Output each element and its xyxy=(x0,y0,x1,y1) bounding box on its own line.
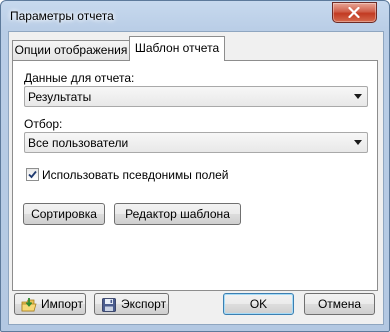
data-source-value: Результаты xyxy=(28,90,92,104)
template-editor-button[interactable]: Редактор шаблона xyxy=(114,203,241,225)
window-title: Параметры отчета xyxy=(10,9,114,23)
import-button-label: Импорт xyxy=(41,297,83,311)
field-aliases-checkbox[interactable] xyxy=(26,168,39,181)
export-button[interactable]: Экспорт xyxy=(94,293,169,315)
filter-value: Все пользователи xyxy=(28,136,129,150)
data-source-select[interactable]: Результаты xyxy=(24,86,368,107)
checkmark-icon xyxy=(28,170,37,179)
import-button[interactable]: Импорт xyxy=(14,293,86,315)
close-icon xyxy=(348,7,360,18)
cancel-button[interactable]: Отмена xyxy=(304,293,375,315)
ok-button[interactable]: OK xyxy=(223,293,294,315)
tab-display-options[interactable]: Опции отображения xyxy=(12,40,130,60)
filter-label: Отбор: xyxy=(24,117,63,131)
filter-select[interactable]: Все пользователи xyxy=(24,132,368,153)
close-button[interactable] xyxy=(332,2,377,23)
chevron-down-icon xyxy=(354,94,362,99)
tab-report-template[interactable]: Шаблон отчета xyxy=(129,36,225,61)
title-bar[interactable]: Параметры отчета xyxy=(1,1,389,31)
field-aliases-label: Использовать псевдонимы полей xyxy=(42,168,229,182)
data-source-label: Данные для отчета: xyxy=(24,71,135,85)
dialog-window: Параметры отчета Опции отображения Шабло… xyxy=(0,0,390,332)
import-icon xyxy=(21,298,37,312)
chevron-down-icon xyxy=(354,140,362,145)
floppy-disk-icon xyxy=(102,298,116,312)
tab-panel-report-template: Данные для отчета: Результаты Отбор: Все… xyxy=(12,60,378,291)
export-button-label: Экспорт xyxy=(121,297,167,311)
sort-button[interactable]: Сортировка xyxy=(23,203,105,225)
dialog-client-area: Опции отображения Шаблон отчета Данные д… xyxy=(8,31,384,325)
